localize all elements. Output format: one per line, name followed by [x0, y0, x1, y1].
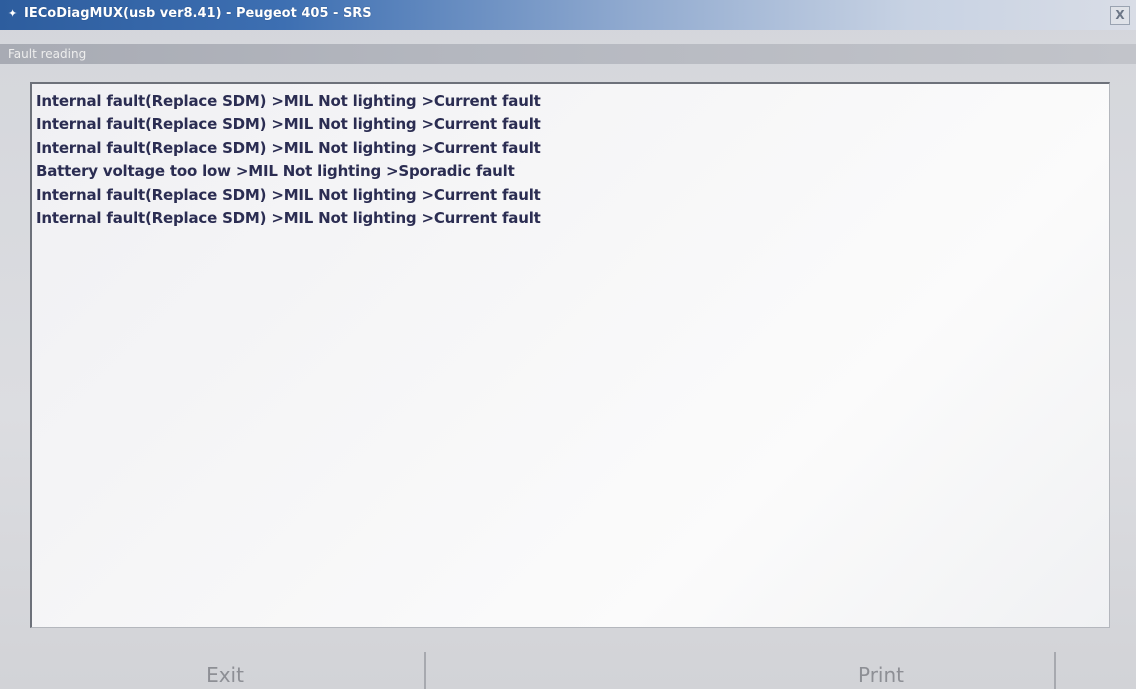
fault-list-panel[interactable]: Internal fault(Replace SDM) >MIL Not lig…: [30, 82, 1110, 628]
fault-item[interactable]: Internal fault(Replace SDM) >MIL Not lig…: [36, 207, 1109, 230]
fault-list: Internal fault(Replace SDM) >MIL Not lig…: [32, 84, 1109, 230]
fault-item[interactable]: Internal fault(Replace SDM) >MIL Not lig…: [36, 113, 1109, 136]
window-title: IECoDiagMUX(usb ver8.41) - Peugeot 405 -…: [24, 6, 372, 21]
button-row: Exit Print: [0, 640, 1136, 689]
app-icon: ✦: [8, 7, 18, 20]
print-button[interactable]: Print: [706, 640, 1056, 689]
close-button[interactable]: X: [1110, 6, 1130, 25]
button-divider: [424, 652, 426, 689]
section-header: Fault reading: [0, 44, 1136, 64]
fault-item[interactable]: Internal fault(Replace SDM) >MIL Not lig…: [36, 184, 1109, 207]
app-window: ✦ IECoDiagMUX(usb ver8.41) - Peugeot 405…: [0, 0, 1136, 689]
section-title: Fault reading: [8, 47, 87, 61]
fault-item[interactable]: Internal fault(Replace SDM) >MIL Not lig…: [36, 137, 1109, 160]
exit-button[interactable]: Exit: [30, 640, 420, 689]
fault-item[interactable]: Battery voltage too low >MIL Not lightin…: [36, 160, 1109, 183]
fault-item[interactable]: Internal fault(Replace SDM) >MIL Not lig…: [36, 90, 1109, 113]
button-divider: [1054, 652, 1056, 689]
close-icon: X: [1115, 8, 1125, 22]
title-bar[interactable]: ✦ IECoDiagMUX(usb ver8.41) - Peugeot 405…: [0, 0, 1136, 30]
